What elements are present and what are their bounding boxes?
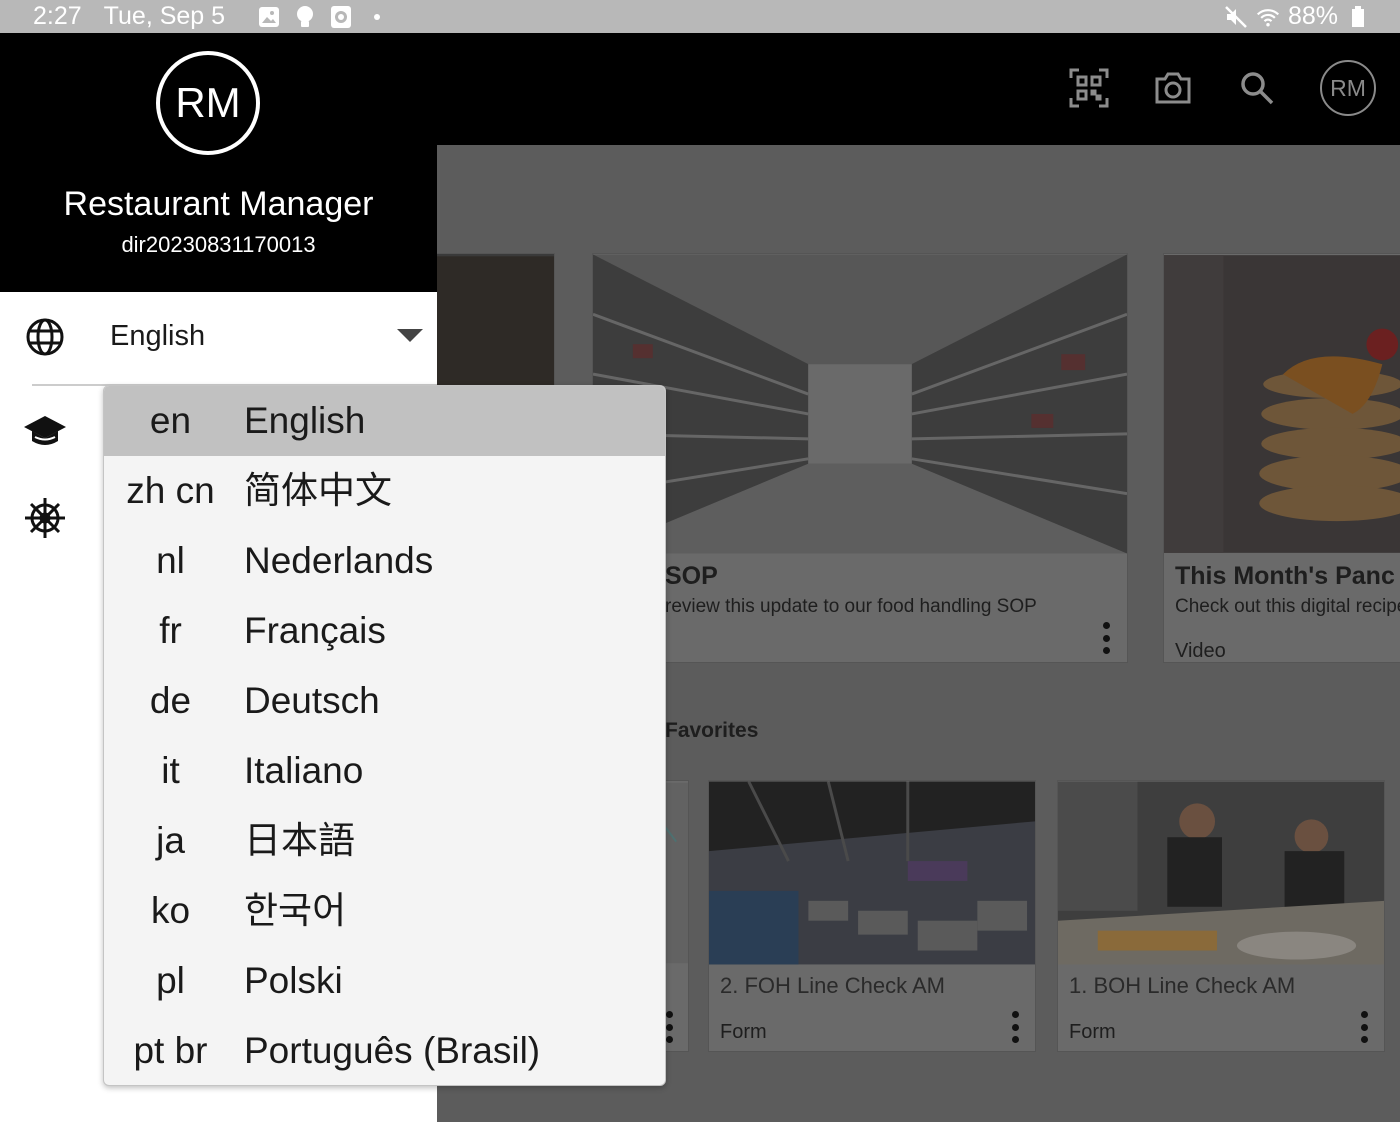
language-selector[interactable]: English bbox=[0, 292, 437, 385]
battery-icon bbox=[1346, 5, 1370, 29]
user-avatar: RM bbox=[156, 51, 260, 155]
globe-icon bbox=[22, 314, 68, 360]
language-code: fr bbox=[159, 610, 182, 651]
language-option-en[interactable]: en English bbox=[104, 386, 665, 456]
search-icon[interactable] bbox=[1236, 67, 1278, 109]
language-code: ko bbox=[150, 890, 191, 931]
language-name: 日本語 bbox=[244, 820, 355, 861]
card-subtitle: review this update to our food handling … bbox=[665, 596, 1037, 617]
card-title: 2. FOH Line Check AM bbox=[720, 973, 945, 998]
user-name: Restaurant Manager bbox=[63, 185, 374, 223]
language-code: pt br bbox=[133, 1030, 208, 1071]
language-name: 한국어 bbox=[244, 890, 347, 931]
language-code: it bbox=[161, 750, 180, 791]
card-subtitle: Check out this digital recipe bbox=[1175, 596, 1400, 617]
language-dropdown: en English zh cn 简体中文 nl Nederlands fr F… bbox=[103, 385, 666, 1086]
language-option-ko[interactable]: ko 한국어 bbox=[104, 876, 665, 946]
language-name: 简体中文 bbox=[244, 470, 392, 511]
language-name: Português (Brasil) bbox=[244, 1030, 541, 1071]
dot-icon bbox=[365, 5, 389, 29]
language-name: English bbox=[244, 400, 366, 441]
status-bar: 2:27 Tue, Sep 5 88% bbox=[0, 0, 1400, 33]
bulb-icon bbox=[293, 5, 317, 29]
card-menu-button[interactable] bbox=[1358, 1011, 1370, 1043]
language-code: nl bbox=[156, 540, 185, 581]
mute-icon bbox=[1224, 5, 1248, 29]
drawer-header: RM Restaurant Manager dir20230831170013 bbox=[0, 33, 437, 292]
card-menu-button[interactable] bbox=[1009, 1011, 1021, 1043]
language-name: Italiano bbox=[244, 750, 364, 791]
language-name: Nederlands bbox=[244, 540, 434, 581]
gallery-icon bbox=[257, 5, 281, 29]
language-option-zh-cn[interactable]: zh cn 简体中文 bbox=[104, 456, 665, 526]
kitchen-image bbox=[1058, 781, 1384, 965]
favorites-section-title: Favorites bbox=[665, 719, 759, 742]
restaurant-image bbox=[709, 781, 1035, 965]
chevron-down-icon[interactable] bbox=[397, 329, 423, 342]
language-name: Deutsch bbox=[244, 680, 380, 721]
language-option-nl[interactable]: nl Nederlands bbox=[104, 526, 665, 596]
language-name: Français bbox=[244, 610, 386, 651]
timer-icon bbox=[329, 5, 353, 29]
language-code: pl bbox=[156, 960, 185, 1001]
content-card-pancake[interactable]: This Month's Panc Check out this digital… bbox=[1163, 253, 1400, 663]
language-code: ja bbox=[156, 820, 185, 861]
language-code: de bbox=[149, 680, 192, 721]
language-code: zh cn bbox=[126, 470, 215, 511]
language-option-it[interactable]: it Italiano bbox=[104, 736, 665, 806]
user-avatar-button[interactable]: RM bbox=[1320, 60, 1376, 116]
language-option-ja[interactable]: ja 日本語 bbox=[104, 806, 665, 876]
card-type: Video bbox=[1175, 640, 1226, 662]
graduation-cap-icon[interactable] bbox=[22, 409, 68, 455]
favorite-card-foh[interactable]: 2. FOH Line Check AM Form bbox=[708, 780, 1036, 1052]
pancake-image bbox=[1164, 255, 1400, 553]
battery-percent: 88% bbox=[1287, 2, 1338, 30]
language-option-pl[interactable]: pl Polski bbox=[104, 946, 665, 1016]
card-title: 1. BOH Line Check AM bbox=[1069, 973, 1296, 998]
wifi-icon bbox=[1256, 5, 1280, 29]
card-type: Form bbox=[720, 1021, 767, 1043]
qr-scan-icon[interactable] bbox=[1068, 67, 1110, 109]
ship-wheel-icon[interactable] bbox=[22, 495, 68, 541]
status-date: Tue, Sep 5 bbox=[103, 2, 226, 30]
language-code: en bbox=[149, 400, 192, 441]
language-option-fr[interactable]: fr Français bbox=[104, 596, 665, 666]
status-time: 2:27 bbox=[33, 2, 82, 30]
camera-icon[interactable] bbox=[1152, 67, 1194, 109]
user-id: dir20230831170013 bbox=[121, 232, 316, 257]
card-menu-button[interactable] bbox=[1100, 622, 1112, 654]
content-card-sop[interactable]: SOP review this update to our food handl… bbox=[592, 253, 1128, 663]
card-type: Form bbox=[1069, 1021, 1116, 1043]
language-option-de[interactable]: de Deutsch bbox=[104, 666, 665, 736]
favorite-card-boh[interactable]: 1. BOH Line Check AM Form bbox=[1057, 780, 1385, 1052]
card-title: SOP bbox=[665, 562, 718, 590]
card-title: This Month's Panc bbox=[1175, 562, 1395, 590]
storage-room-image bbox=[593, 254, 1127, 554]
language-current-value: English bbox=[110, 320, 206, 352]
language-option-pt-br[interactable]: pt br Português (Brasil) bbox=[104, 1016, 665, 1085]
language-name: Polski bbox=[244, 960, 343, 1001]
